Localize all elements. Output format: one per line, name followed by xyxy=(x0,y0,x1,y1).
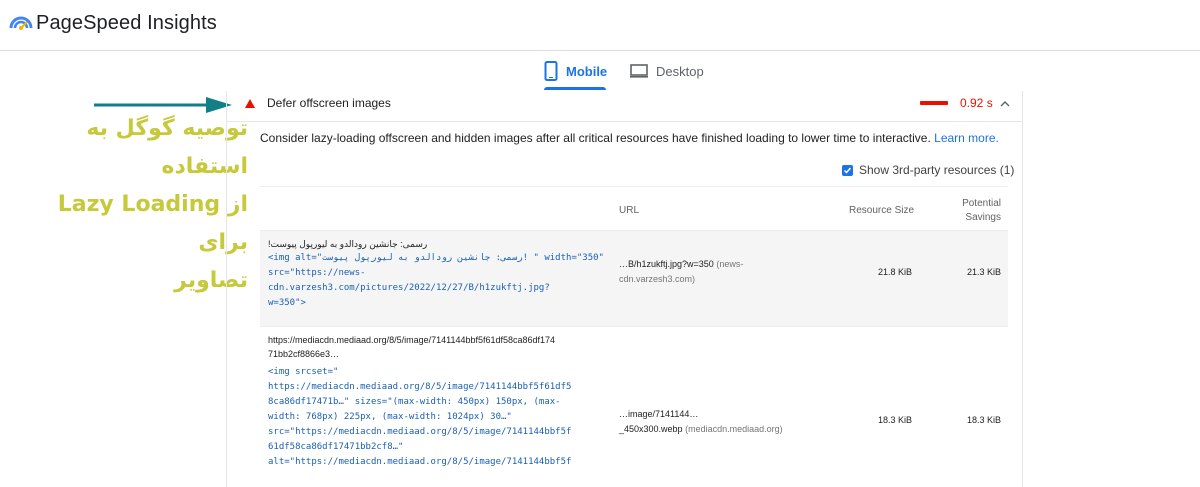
header-potential-savings: Potential Savings xyxy=(962,197,1001,225)
header-savings-line2: Savings xyxy=(965,212,1001,223)
row1-resource-size: 21.8 KiB xyxy=(877,267,912,277)
row2-node-label: https://mediacdn.mediaad.org/8/5/image/7… xyxy=(268,335,556,359)
fail-triangle-icon xyxy=(245,99,255,108)
header-url: URL xyxy=(619,205,640,216)
audit-savings: 0.92 s xyxy=(960,96,993,110)
audit-table: URL Resource Size Potential Savings رسمی… xyxy=(260,186,1008,487)
tab-mobile[interactable]: Mobile xyxy=(536,52,608,90)
row1-url-host2: cdn.varzesh3.com) xyxy=(619,274,696,284)
row2-url[interactable]: …image/7141144… _450x300.webp (mediacdn.… xyxy=(619,407,783,437)
annotation-line-3: تصاویر xyxy=(174,268,248,293)
row1-url[interactable]: …B/h1zukftj.jpg?w=350 (news- cdn.varzesh… xyxy=(619,257,743,287)
learn-more-link[interactable]: Learn more. xyxy=(934,131,999,145)
tab-desktop-label: Desktop xyxy=(656,63,704,79)
persian-annotation: توصیه گوگل به استفاده از Lazy Loading بر… xyxy=(8,110,248,300)
device-tabs: Mobile Desktop xyxy=(536,52,712,90)
row1-code-snippet[interactable]: <img alt="رسمی: جانشین رودالدو به لیورپو… xyxy=(268,251,604,311)
top-bar: PageSpeed Insights xyxy=(0,0,1200,51)
checkmark-icon xyxy=(843,167,852,174)
row2-potential-savings: 18.3 KiB xyxy=(966,415,1001,425)
row1-url-main: …B/h1zukftj.jpg?w=350 xyxy=(619,259,714,269)
tab-mobile-label: Mobile xyxy=(566,63,608,79)
pagespeed-logo-icon[interactable] xyxy=(8,11,34,37)
annotation-line-1: توصیه گوگل به استفاده xyxy=(86,116,248,179)
table-row: رسمی: جانشین رودالدو به لیورپول پیوست! <… xyxy=(260,230,1008,326)
audit-header[interactable]: Defer offscreen images 0.92 s xyxy=(227,91,1022,122)
table-header: URL Resource Size Potential Savings xyxy=(260,186,1008,230)
table-row: https://mediacdn.mediaad.org/8/5/image/7… xyxy=(260,326,1008,487)
row2-url-host: (mediacdn.mediaad.org) xyxy=(685,424,783,434)
third-party-toggle[interactable]: Show 3rd-party resources (1) xyxy=(842,163,1014,177)
header-resource-size: Resource Size xyxy=(849,205,915,216)
row1-potential-savings: 21.3 KiB xyxy=(966,267,1001,277)
header-savings-line1: Potential xyxy=(962,198,1001,209)
audit-panel: Defer offscreen images 0.92 s Consider l… xyxy=(226,91,1023,487)
row2-resource-size: 18.3 KiB xyxy=(877,415,912,425)
row2-code-snippet[interactable]: <img srcset=" https://mediacdn.mediaad.o… xyxy=(268,365,571,470)
audit-title: Defer offscreen images xyxy=(267,96,391,110)
row1-url-host: (news- xyxy=(716,259,744,269)
third-party-label: Show 3rd-party resources (1) xyxy=(859,163,1015,177)
tab-desktop[interactable]: Desktop xyxy=(622,52,712,90)
row2-url-main: …image/7141144… xyxy=(619,409,699,419)
savings-bar xyxy=(920,101,948,105)
audit-description: Consider lazy-loading offscreen and hidd… xyxy=(260,131,999,145)
app-title[interactable]: PageSpeed Insights xyxy=(36,12,217,35)
chevron-up-icon[interactable] xyxy=(999,98,1011,110)
third-party-checkbox[interactable] xyxy=(842,164,853,176)
mobile-phone-icon xyxy=(544,61,558,81)
annotation-line-2: از Lazy Loading برای xyxy=(57,192,248,255)
audit-description-text: Consider lazy-loading offscreen and hidd… xyxy=(260,131,931,145)
row1-node-label: رسمی: جانشین رودالدو به لیورپول پیوست! xyxy=(268,239,428,249)
row2-url-main2: _450x300.webp xyxy=(619,424,683,434)
desktop-monitor-icon xyxy=(630,64,648,78)
